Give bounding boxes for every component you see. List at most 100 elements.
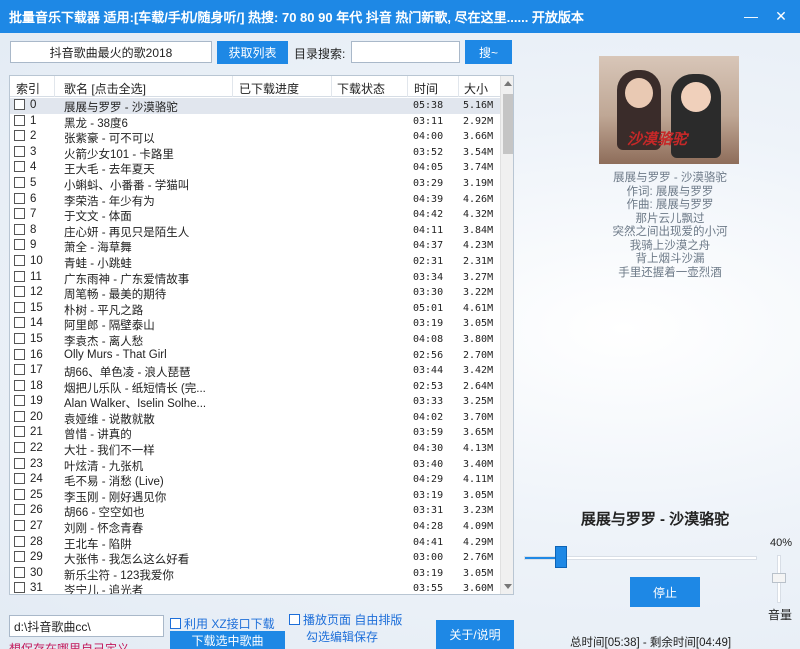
- header-index[interactable]: 索引: [16, 80, 40, 97]
- header-progress[interactable]: 已下载进度: [239, 80, 299, 97]
- minimize-icon[interactable]: —: [740, 4, 762, 28]
- table-row[interactable]: 9 萧全 - 海草舞 04:37 4.23M: [10, 238, 500, 254]
- table-row[interactable]: 6 李荣浩 - 年少有为 04:39 4.26M: [10, 192, 500, 208]
- row-index: 26: [30, 504, 43, 517]
- header-status[interactable]: 下载状态: [337, 80, 385, 97]
- table-row[interactable]: 18 烟把儿乐队 - 纸短情长 (完... 02:53 2.64M: [10, 379, 500, 395]
- table-row[interactable]: 31 岑宁儿 - 追光者 03:55 3.60M: [10, 581, 500, 594]
- row-checkbox[interactable]: [14, 114, 25, 126]
- xz-interface-checkbox[interactable]: 利用 XZ接口下载: [170, 615, 275, 632]
- table-row[interactable]: 15 朴树 - 平凡之路 05:01 4.61M: [10, 301, 500, 317]
- row-checkbox[interactable]: [14, 208, 25, 220]
- header-name[interactable]: 歌名 [点击全选]: [64, 80, 146, 97]
- row-time: 03:44: [413, 365, 444, 377]
- fetch-list-button[interactable]: 获取列表: [217, 41, 288, 64]
- table-row[interactable]: 16 Olly Murs - That Girl 02:56 2.70M: [10, 348, 500, 364]
- table-row[interactable]: 5 小蝌蚪、小番番 - 学猫叫 03:29 3.19M: [10, 176, 500, 192]
- table-row[interactable]: 20 袁娅维 - 说散就散 04:02 3.70M: [10, 410, 500, 426]
- row-checkbox[interactable]: [14, 582, 25, 594]
- table-row[interactable]: 3 火箭少女101 - 卡路里 03:52 3.54M: [10, 145, 500, 161]
- row-checkbox[interactable]: [14, 286, 25, 298]
- table-row[interactable]: 19 Alan Walker、Iselin Solhe... 03:33 3.25M: [10, 394, 500, 410]
- row-checkbox[interactable]: [14, 254, 25, 266]
- row-checkbox[interactable]: [14, 410, 25, 422]
- header-time[interactable]: 时间: [414, 80, 438, 97]
- table-row[interactable]: 7 于文文 - 体面 04:42 4.32M: [10, 207, 500, 223]
- row-checkbox[interactable]: [14, 192, 25, 204]
- row-checkbox[interactable]: [14, 379, 25, 391]
- table-row[interactable]: 1 黑龙 - 38度6 03:11 2.92M: [10, 114, 500, 130]
- header-size[interactable]: 大小: [464, 80, 488, 97]
- table-row[interactable]: 11 广东雨神 - 广东爱情故事 03:34 3.27M: [10, 270, 500, 286]
- row-checkbox[interactable]: [14, 473, 25, 485]
- row-checkbox[interactable]: [14, 239, 25, 251]
- row-checkbox[interactable]: [14, 145, 25, 157]
- free-layout-box[interactable]: [289, 614, 300, 625]
- search-button[interactable]: 搜~: [465, 40, 512, 64]
- table-row[interactable]: 0 展展与罗罗 - 沙漠骆驼 05:38 5.16M: [10, 98, 500, 114]
- row-size: 4.32M: [463, 209, 494, 221]
- row-index: 1: [30, 114, 37, 127]
- table-row[interactable]: 23 叶炫清 - 九张机 03:40 3.40M: [10, 457, 500, 473]
- row-checkbox[interactable]: [14, 504, 25, 516]
- playlist-input[interactable]: [10, 41, 212, 63]
- dir-search-input[interactable]: [351, 41, 460, 63]
- table-row[interactable]: 14 阿里郎 - 隔壁泰山 03:19 3.05M: [10, 316, 500, 332]
- list-scrollbar[interactable]: [500, 76, 513, 594]
- table-row[interactable]: 25 李玉刚 - 刚好遇见你 03:19 3.05M: [10, 488, 500, 504]
- row-checkbox[interactable]: [14, 332, 25, 344]
- row-song-name: 大壮 - 我们不一样: [64, 445, 155, 458]
- row-checkbox[interactable]: [14, 130, 25, 142]
- table-row[interactable]: 24 毛不易 - 消愁 (Live) 04:29 4.11M: [10, 472, 500, 488]
- row-checkbox[interactable]: [14, 223, 25, 235]
- xz-checkbox-box[interactable]: [170, 618, 181, 629]
- table-row[interactable]: 15 李袁杰 - 离人愁 04:08 3.80M: [10, 332, 500, 348]
- table-row[interactable]: 29 大张伟 - 我怎么这么好看 03:00 2.76M: [10, 550, 500, 566]
- table-row[interactable]: 4 王大毛 - 去年夏天 04:05 3.74M: [10, 160, 500, 176]
- row-checkbox[interactable]: [14, 520, 25, 532]
- lyric-line: 手里还握着一壶烈酒: [618, 266, 722, 279]
- row-size: 3.66M: [463, 131, 494, 143]
- table-row[interactable]: 30 新乐尘符 - 123我爱你 03:19 3.05M: [10, 566, 500, 582]
- table-row[interactable]: 26 胡66 - 空空如也 03:31 3.23M: [10, 503, 500, 519]
- table-row[interactable]: 12 周笔畅 - 最美的期待 03:30 3.22M: [10, 285, 500, 301]
- row-checkbox[interactable]: [14, 535, 25, 547]
- row-checkbox[interactable]: [14, 317, 25, 329]
- row-checkbox[interactable]: [14, 488, 25, 500]
- download-selected-button[interactable]: 下载选中歌曲: [170, 631, 285, 649]
- progress-slider-handle[interactable]: [555, 546, 568, 568]
- row-song-name: 王大毛 - 去年夏天: [64, 164, 155, 177]
- row-checkbox[interactable]: [14, 442, 25, 454]
- row-checkbox[interactable]: [14, 161, 25, 173]
- scroll-up-icon[interactable]: [504, 81, 512, 86]
- free-layout-checkbox[interactable]: 播放页面 自由排版: [289, 611, 402, 628]
- row-checkbox[interactable]: [14, 364, 25, 376]
- row-checkbox[interactable]: [14, 457, 25, 469]
- scroll-down-icon[interactable]: [504, 584, 512, 589]
- row-checkbox[interactable]: [14, 566, 25, 578]
- song-list: 索引 歌名 [点击全选] 已下载进度 下载状态 时间 大小 0 展展与罗罗 - 沙…: [9, 75, 514, 595]
- about-button[interactable]: 关于/说明: [436, 620, 514, 649]
- row-checkbox[interactable]: [14, 348, 25, 360]
- row-checkbox[interactable]: [14, 551, 25, 563]
- close-icon[interactable]: ✕: [770, 4, 792, 28]
- row-checkbox[interactable]: [14, 301, 25, 313]
- row-checkbox[interactable]: [14, 99, 25, 110]
- row-checkbox[interactable]: [14, 395, 25, 407]
- table-row[interactable]: 17 胡66、单色凌 - 浪人琵琶 03:44 3.42M: [10, 363, 500, 379]
- table-row[interactable]: 2 张紫豪 - 可不可以 04:00 3.66M: [10, 129, 500, 145]
- scroll-thumb[interactable]: [503, 94, 513, 154]
- table-row[interactable]: 22 大壮 - 我们不一样 04:30 4.13M: [10, 441, 500, 457]
- save-path-input[interactable]: [9, 615, 164, 637]
- table-row[interactable]: 8 庄心妍 - 再见只是陌生人 04:11 3.84M: [10, 223, 500, 239]
- table-row[interactable]: 21 曾惜 - 讲真的 03:59 3.65M: [10, 425, 500, 441]
- table-row[interactable]: 28 王北车 - 陷阱 04:41 4.29M: [10, 535, 500, 551]
- row-checkbox[interactable]: [14, 426, 25, 438]
- row-checkbox[interactable]: [14, 270, 25, 282]
- table-row[interactable]: 10 青蛙 - 小跳蛙 02:31 2.31M: [10, 254, 500, 270]
- stop-button[interactable]: 停止: [630, 577, 700, 607]
- row-checkbox[interactable]: [14, 176, 25, 188]
- edit-save-label[interactable]: 勾选编辑保存: [306, 628, 378, 645]
- volume-slider-handle[interactable]: [772, 573, 786, 583]
- table-row[interactable]: 27 刘刚 - 怀念青春 04:28 4.09M: [10, 519, 500, 535]
